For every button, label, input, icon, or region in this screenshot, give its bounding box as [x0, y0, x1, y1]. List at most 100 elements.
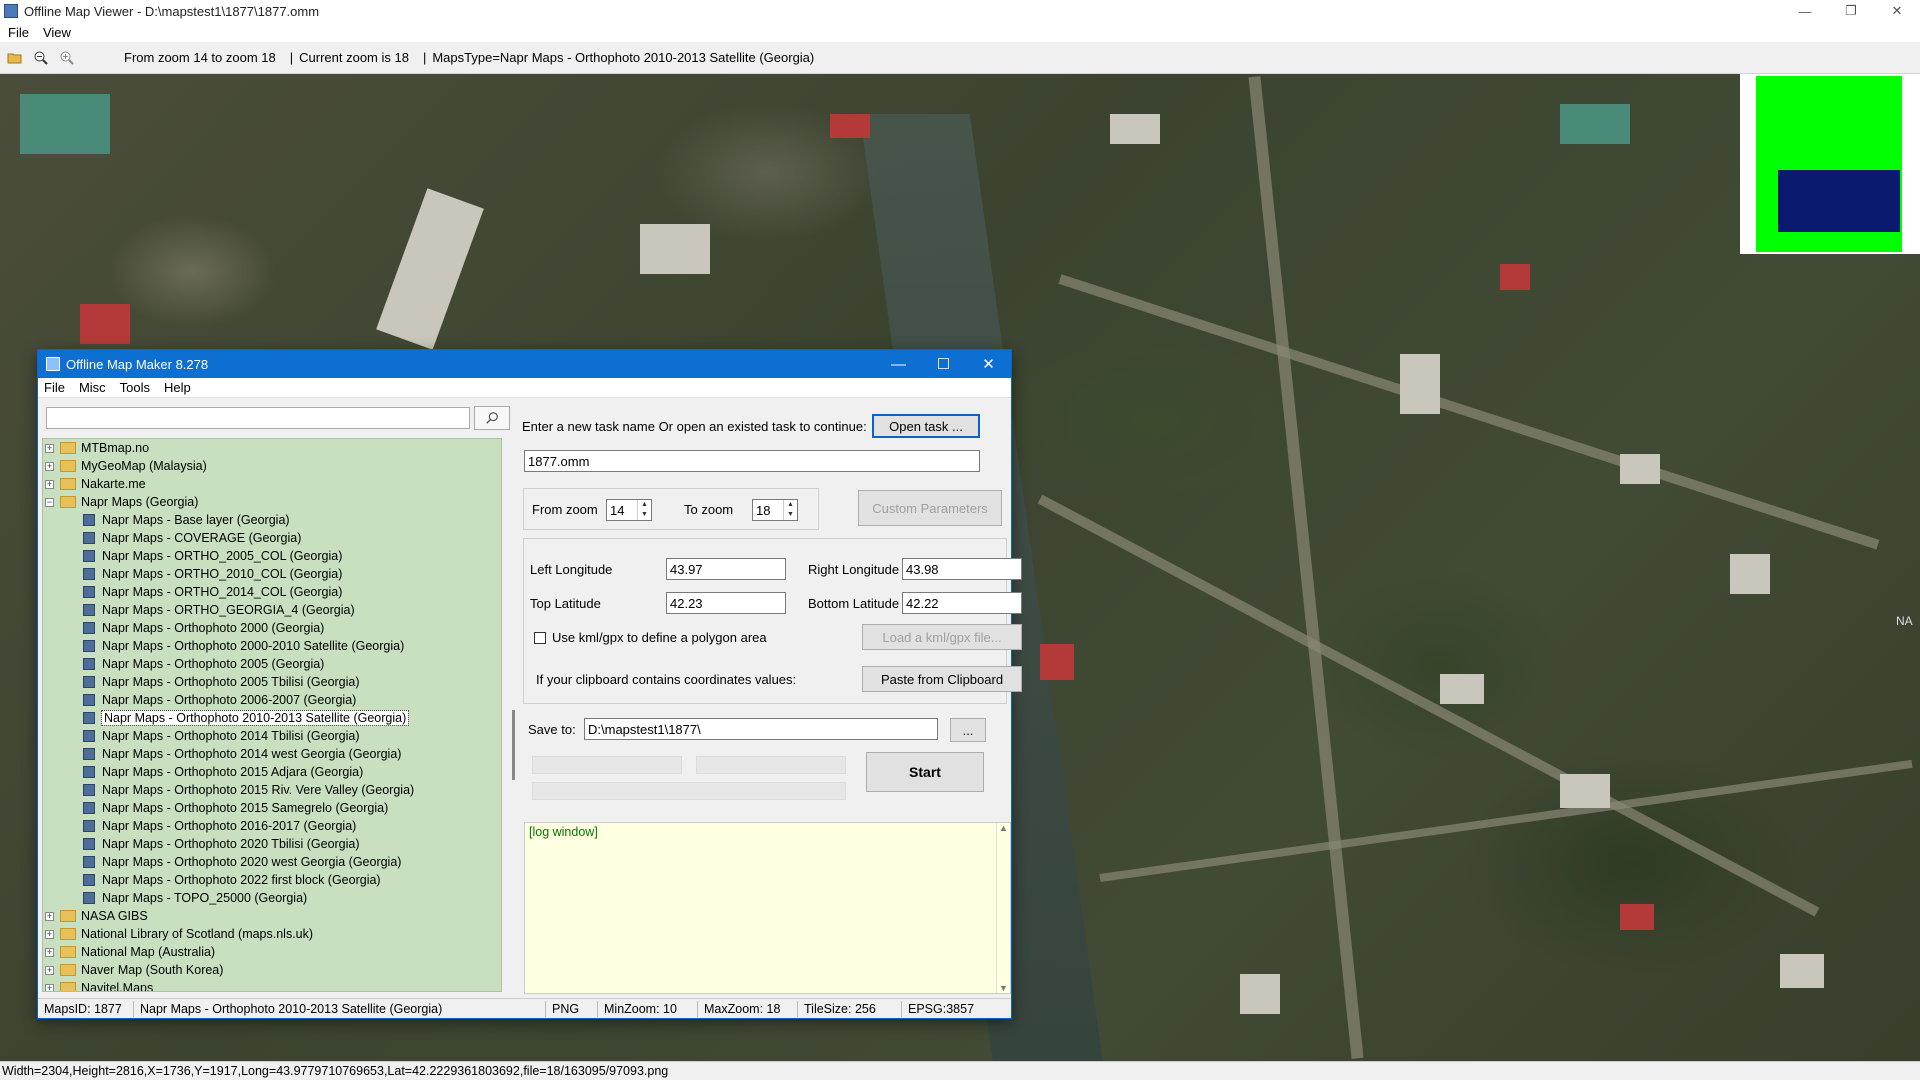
left-longitude-input[interactable]: 43.97	[666, 558, 786, 580]
tree-folder-item[interactable]: + Nakarte.me	[43, 475, 501, 493]
top-latitude-input[interactable]: 42.23	[666, 592, 786, 614]
tree-item-label: Napr Maps - Base layer (Georgia)	[102, 513, 290, 527]
menu-file[interactable]: File	[8, 25, 29, 40]
dialog-menu-tools[interactable]: Tools	[120, 380, 150, 395]
scroll-down-icon[interactable]: ▼	[999, 983, 1008, 993]
open-folder-icon[interactable]	[4, 47, 26, 69]
task-name-input[interactable]: 1877.omm	[524, 450, 980, 472]
tree-map-item[interactable]: Napr Maps - Orthophoto 2015 Samegrelo (G…	[43, 799, 501, 817]
bottom-latitude-label: Bottom Latitude	[808, 596, 900, 611]
tree-folder-item[interactable]: + National Map (Australia)	[43, 943, 501, 961]
maps-search-input[interactable]	[46, 407, 470, 429]
zoom-out-icon[interactable]	[30, 47, 52, 69]
log-window[interactable]: [log window] ▲ ▼	[524, 822, 1011, 994]
overview-minimap[interactable]	[1740, 74, 1920, 254]
dialog-menu-help[interactable]: Help	[164, 380, 191, 395]
tree-map-item[interactable]: Napr Maps - Orthophoto 2015 Riv. Vere Va…	[43, 781, 501, 799]
tree-item-label: Napr Maps - Orthophoto 2020 Tbilisi (Geo…	[102, 837, 360, 851]
open-task-button[interactable]: Open task ...	[872, 414, 980, 438]
tree-item-label: Napr Maps - Orthophoto 2000 (Georgia)	[102, 621, 325, 635]
tree-map-item[interactable]: Napr Maps - Orthophoto 2000 (Georgia)	[43, 619, 501, 637]
tree-map-item[interactable]: Napr Maps - Orthophoto 2020 west Georgia…	[43, 853, 501, 871]
log-scrollbar[interactable]: ▲ ▼	[996, 823, 1010, 993]
to-zoom-spinner[interactable]: 18 ▲ ▼	[752, 499, 798, 521]
restore-button[interactable]: ❐	[1828, 0, 1874, 22]
main-toolbar: From zoom 14 to zoom 18 | Current zoom i…	[0, 42, 1920, 74]
tree-folder-item[interactable]: + MTBmap.no	[43, 439, 501, 457]
save-path-input[interactable]: D:\mapstest1\1877\	[584, 718, 938, 740]
tree-map-item[interactable]: Napr Maps - ORTHO_2010_COL (Georgia)	[43, 565, 501, 583]
spinner-arrows-icon[interactable]: ▲ ▼	[783, 500, 797, 520]
tree-expander-icon[interactable]: +	[45, 911, 54, 921]
dialog-menu-misc[interactable]: Misc	[79, 380, 106, 395]
status-epsg: EPSG:3857	[908, 1001, 975, 1016]
main-statusbar: Width=2304,Height=2816,X=1736,Y=1917,Lon…	[0, 1061, 1920, 1080]
tree-map-item[interactable]: Napr Maps - Orthophoto 2022 first block …	[43, 871, 501, 889]
tree-scrollbar-thumb[interactable]	[512, 710, 515, 780]
tree-expander-icon[interactable]: +	[45, 965, 54, 975]
tree-map-item[interactable]: Napr Maps - COVERAGE (Georgia)	[43, 529, 501, 547]
dialog-maximize-button[interactable]: ☐	[921, 350, 966, 378]
tree-map-item[interactable]: Napr Maps - ORTHO_GEORGIA_4 (Georgia)	[43, 601, 501, 619]
load-kml-button[interactable]: Load a kml/gpx file...	[862, 624, 1022, 650]
bottom-latitude-input[interactable]: 42.22	[902, 592, 1022, 614]
toolbar-info: From zoom 14 to zoom 18 | Current zoom i…	[124, 50, 820, 65]
tree-map-item[interactable]: Napr Maps - ORTHO_2014_COL (Georgia)	[43, 583, 501, 601]
tree-map-item[interactable]: Napr Maps - Base layer (Georgia)	[43, 511, 501, 529]
tree-map-item[interactable]: Napr Maps - Orthophoto 2000-2010 Satelli…	[43, 637, 501, 655]
tree-map-item[interactable]: Napr Maps - ORTHO_2005_COL (Georgia)	[43, 547, 501, 565]
tree-map-item[interactable]: Napr Maps - Orthophoto 2014 west Georgia…	[43, 745, 501, 763]
tree-item-label: Napr Maps - ORTHO_2005_COL (Georgia)	[102, 549, 343, 563]
tree-expander-icon[interactable]: +	[45, 983, 54, 991]
tree-folder-item[interactable]: + Navitel.Maps	[43, 979, 501, 991]
tree-expander-icon[interactable]: +	[45, 479, 54, 489]
tree-map-item[interactable]: Napr Maps - Orthophoto 2014 Tbilisi (Geo…	[43, 727, 501, 745]
menu-view[interactable]: View	[43, 25, 71, 40]
close-button[interactable]: ✕	[1874, 0, 1920, 22]
task-prompt-label: Enter a new task name Or open an existed…	[522, 419, 867, 434]
building-imagery	[1780, 954, 1824, 988]
custom-parameters-button[interactable]: Custom Parameters	[858, 490, 1002, 526]
zoom-in-icon[interactable]	[56, 47, 78, 69]
start-button[interactable]: Start	[866, 752, 984, 792]
dialog-menu-file[interactable]: File	[44, 380, 65, 395]
from-zoom-spinner[interactable]: 14 ▲ ▼	[606, 499, 652, 521]
tree-folder-item[interactable]: + Naver Map (South Korea)	[43, 961, 501, 979]
tree-map-item[interactable]: Napr Maps - TOPO_25000 (Georgia)	[43, 889, 501, 907]
maps-tree[interactable]: + MTBmap.no + MyGeoMap (Malaysia) + Nakarte.m…	[42, 438, 502, 992]
tree-map-item[interactable]: Napr Maps - Orthophoto 2006-2007 (Georgi…	[43, 691, 501, 709]
tree-folder-item[interactable]: + NASA GIBS	[43, 907, 501, 925]
tree-expander-icon[interactable]: +	[45, 929, 54, 939]
tree-expander-icon[interactable]: +	[45, 947, 54, 957]
dialog-minimize-button[interactable]: —	[876, 350, 921, 378]
browse-button[interactable]: ...	[950, 718, 986, 742]
offline-map-maker-dialog: Offline Map Maker 8.278 — ☐ ✕ File Misc …	[37, 349, 1022, 1019]
tree-expander-icon[interactable]: +	[45, 461, 54, 471]
use-kml-checkbox[interactable]	[534, 632, 546, 644]
tree-item-label: Napr Maps - Orthophoto 2000-2010 Satelli…	[102, 639, 405, 653]
tree-folder-item[interactable]: − Napr Maps (Georgia)	[43, 493, 501, 511]
paste-from-clipboard-button[interactable]: Paste from Clipboard	[862, 666, 1022, 692]
tree-folder-item[interactable]: + MyGeoMap (Malaysia)	[43, 457, 501, 475]
right-longitude-input[interactable]: 43.98	[902, 558, 1022, 580]
dialog-close-button[interactable]: ✕	[966, 350, 1011, 378]
tree-map-item[interactable]: Napr Maps - Orthophoto 2010-2013 Satelli…	[43, 709, 501, 727]
tree-map-item[interactable]: Napr Maps - Orthophoto 2015 Adjara (Geor…	[43, 763, 501, 781]
search-button[interactable]	[474, 406, 510, 430]
spinner-arrows-icon[interactable]: ▲ ▼	[637, 500, 651, 520]
scroll-up-icon[interactable]: ▲	[999, 823, 1008, 833]
current-zoom-text: Current zoom is 18	[299, 50, 409, 65]
progress-bar-right	[696, 756, 846, 774]
tree-folder-item[interactable]: + National Library of Scotland (maps.nls.…	[43, 925, 501, 943]
tree-map-item[interactable]: Napr Maps - Orthophoto 2020 Tbilisi (Geo…	[43, 835, 501, 853]
road-imagery	[1248, 76, 1364, 1059]
tree-expander-icon[interactable]: −	[45, 497, 54, 507]
from-zoom-value: 14	[610, 502, 625, 518]
tree-map-item[interactable]: Napr Maps - Orthophoto 2005 (Georgia)	[43, 655, 501, 673]
tree-expander-icon[interactable]: +	[45, 443, 54, 453]
building-imagery	[640, 224, 710, 274]
minimize-button[interactable]: —	[1782, 0, 1828, 22]
road-imagery	[1037, 494, 1820, 917]
tree-map-item[interactable]: Napr Maps - Orthophoto 2005 Tbilisi (Geo…	[43, 673, 501, 691]
tree-map-item[interactable]: Napr Maps - Orthophoto 2016-2017 (Georgi…	[43, 817, 501, 835]
